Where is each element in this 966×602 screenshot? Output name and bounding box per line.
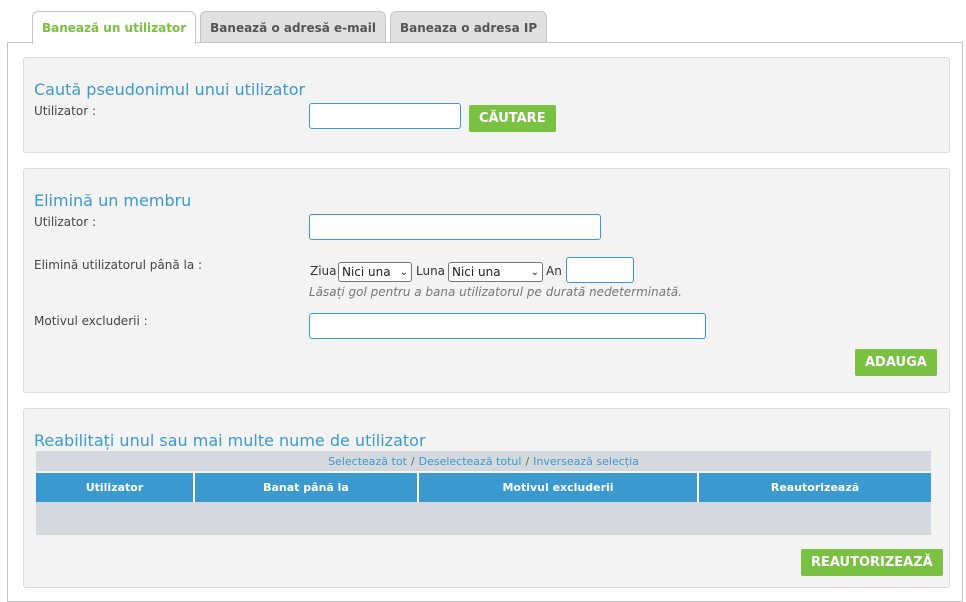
duration-hint: Lăsați gol pentru a bana utilizatorul pe… bbox=[309, 285, 682, 299]
chevron-down-icon: ⌄ bbox=[399, 266, 408, 278]
user-label: Utilizator : bbox=[34, 215, 96, 229]
rehab-section: Reabilitați unul sau mai multe nume de u… bbox=[23, 408, 950, 588]
deselect-all-link[interactable]: Deselectează totul bbox=[419, 455, 522, 468]
tab-ban-user[interactable]: Banează un utilizator bbox=[32, 11, 197, 44]
year-input[interactable] bbox=[566, 257, 634, 283]
month-select-value: Nici una bbox=[452, 265, 501, 279]
day-select-value: Nici una bbox=[342, 265, 391, 279]
year-label: An bbox=[546, 264, 562, 278]
column-header-user: Utilizator bbox=[36, 473, 195, 502]
section-title: Elimină un membru bbox=[34, 191, 192, 210]
tab-bar: Banează un utilizator Banează o adresă e… bbox=[32, 11, 551, 44]
until-label: Elimină utilizatorul până la : bbox=[34, 258, 203, 272]
chevron-down-icon: ⌄ bbox=[530, 266, 539, 278]
remove-user-input[interactable] bbox=[309, 214, 601, 240]
reauthorize-button[interactable]: REAUTORIZEAZĂ bbox=[801, 549, 943, 576]
section-title: Reabilitați unul sau mai multe nume de u… bbox=[34, 431, 426, 450]
table-header: Utilizator Banat până la Motivul exclude… bbox=[36, 473, 931, 502]
separator: / bbox=[525, 454, 530, 468]
day-label: Ziua bbox=[310, 264, 337, 278]
select-all-link[interactable]: Selectează tot bbox=[328, 455, 407, 468]
column-header-reason: Motivul excluderii bbox=[419, 473, 699, 502]
search-user-input[interactable] bbox=[309, 103, 461, 129]
reason-label: Motivul excluderii : bbox=[34, 314, 148, 328]
selection-links: Selectează tot / Deselectează totul / In… bbox=[36, 451, 931, 471]
month-select[interactable]: Nici una ⌄ bbox=[448, 262, 543, 282]
day-select[interactable]: Nici una ⌄ bbox=[338, 262, 412, 282]
column-header-banned-until: Banat până la bbox=[195, 473, 419, 502]
remove-member-section: Elimină un membru Utilizator : Elimină u… bbox=[23, 168, 950, 393]
month-label: Luna bbox=[416, 264, 446, 278]
search-user-section: Caută pseudonimul unui utilizator Utiliz… bbox=[23, 57, 950, 153]
tab-ban-ip[interactable]: Baneaza o adresa IP bbox=[389, 11, 548, 43]
search-button[interactable]: CĂUTARE bbox=[469, 105, 556, 132]
tab-ban-email[interactable]: Banează o adresă e-mail bbox=[200, 11, 386, 43]
user-label: Utilizator : bbox=[34, 104, 96, 118]
separator: / bbox=[410, 454, 415, 468]
table-body bbox=[36, 502, 931, 535]
reason-input[interactable] bbox=[309, 313, 706, 339]
column-header-reauthorize: Reautorizează bbox=[699, 473, 931, 502]
invert-selection-link[interactable]: Inversează selecția bbox=[533, 455, 639, 468]
add-button[interactable]: ADAUGA bbox=[855, 349, 937, 376]
section-title: Caută pseudonimul unui utilizator bbox=[34, 80, 306, 99]
